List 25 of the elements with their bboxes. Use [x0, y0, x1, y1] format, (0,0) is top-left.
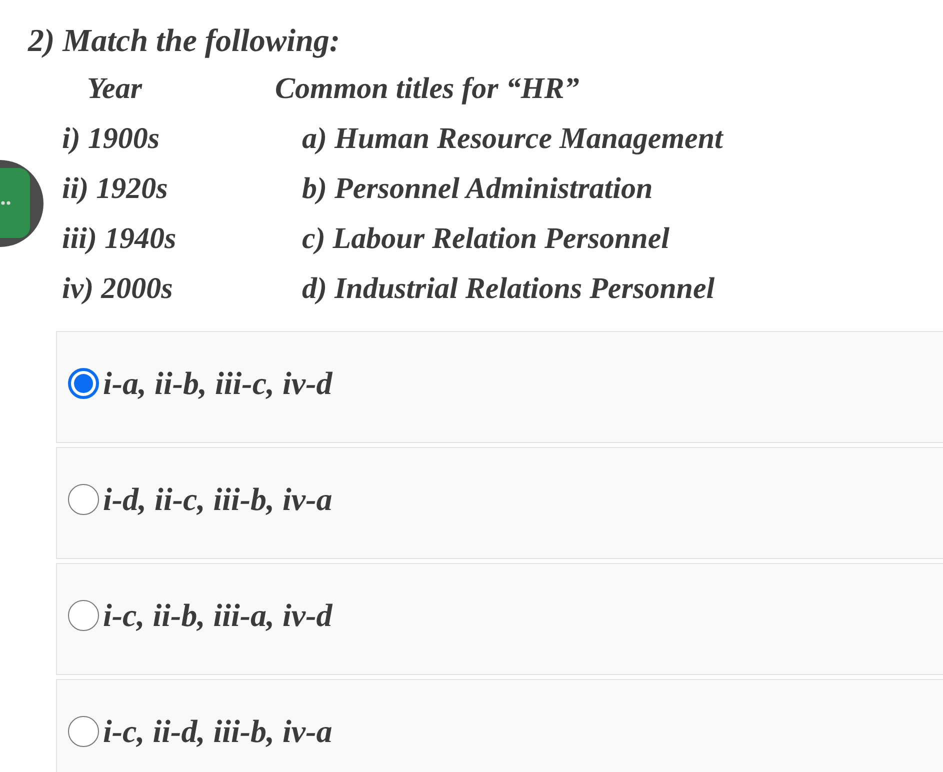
- radio-button[interactable]: [68, 600, 99, 630]
- radio-button[interactable]: [68, 484, 99, 514]
- year-item: ii) 1920s: [62, 170, 168, 206]
- question-title: 2) Match the following:: [28, 21, 340, 60]
- answer-option[interactable]: i-d, ii-c, iii-b, iv-a: [56, 447, 943, 559]
- option-label: i-a, ii-b, iii-c, iv-d: [103, 367, 332, 399]
- title-item: c) Labour Relation Personnel: [302, 220, 670, 256]
- option-label: i-c, ii-b, iii-a, iv-d: [103, 599, 332, 631]
- answer-option[interactable]: i-c, ii-d, iii-b, iv-a: [56, 679, 943, 772]
- column-heading: Year: [87, 70, 142, 106]
- year-item: iii) 1940s: [62, 220, 176, 256]
- column-heading: Common titles for “HR”: [275, 70, 580, 106]
- title-item: d) Industrial Relations Personnel: [302, 270, 715, 306]
- answer-option[interactable]: i-a, ii-b, iii-c, iv-d: [56, 331, 943, 443]
- year-item: iv) 2000s: [62, 270, 173, 306]
- option-label: i-c, ii-d, iii-b, iv-a: [103, 715, 332, 747]
- dots-icon: [1, 201, 10, 205]
- year-item: i) 1900s: [62, 120, 160, 156]
- option-label: i-d, ii-c, iii-b, iv-a: [103, 483, 332, 515]
- radio-button[interactable]: [68, 716, 99, 746]
- radio-button[interactable]: [68, 368, 99, 398]
- title-item: a) Human Resource Management: [302, 120, 723, 156]
- title-item: b) Personnel Administration: [302, 170, 653, 206]
- answer-option[interactable]: i-c, ii-b, iii-a, iv-d: [56, 563, 943, 675]
- floating-chat-button[interactable]: [0, 159, 44, 248]
